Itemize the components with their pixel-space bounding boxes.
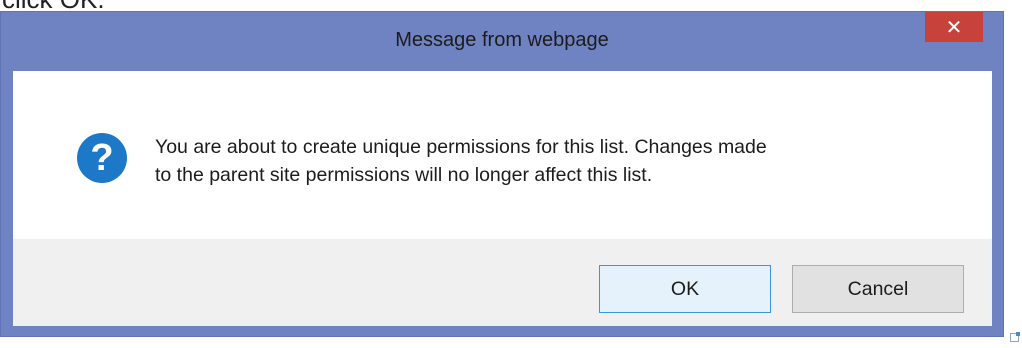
close-icon: ✕	[945, 16, 963, 39]
dialog-titlebar[interactable]: Message from webpage ✕	[1, 12, 1003, 71]
dialog-title: Message from webpage	[395, 29, 609, 51]
dialog-body: ? You are about to create unique permiss…	[13, 71, 992, 326]
dialog-content: ? You are about to create unique permiss…	[13, 71, 992, 239]
page: click OK. Message from webpage ✕ ? You a…	[0, 0, 1022, 348]
close-button[interactable]: ✕	[925, 12, 983, 42]
message-line: You are about to create unique permissio…	[155, 136, 767, 158]
message-line: to the parent site permissions will no l…	[155, 164, 653, 186]
dialog-button-bar: OK Cancel	[13, 239, 992, 326]
cancel-button[interactable]: Cancel	[792, 265, 964, 313]
question-icon: ?	[77, 133, 127, 183]
dialog-message: You are about to create unique permissio…	[155, 133, 935, 189]
popout-icon[interactable]	[1010, 332, 1020, 342]
message-dialog: Message from webpage ✕ ? You are about t…	[0, 11, 1004, 337]
ok-button[interactable]: OK	[599, 265, 771, 313]
